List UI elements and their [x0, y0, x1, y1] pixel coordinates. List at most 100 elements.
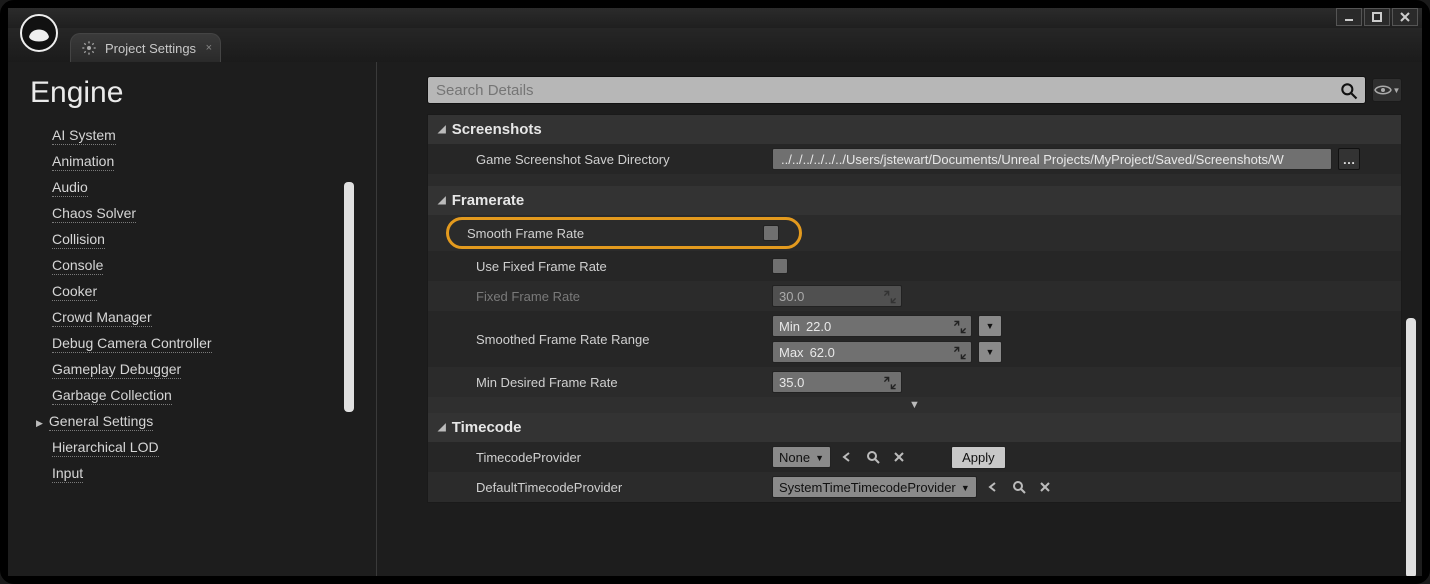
browse-asset-button[interactable] [1009, 477, 1029, 497]
section-title: Screenshots [452, 121, 542, 138]
timecode-provider-dropdown[interactable]: None ▼ [772, 446, 831, 468]
window-maximize-button[interactable] [1364, 8, 1390, 26]
sidebar-item-label: Input [52, 465, 83, 483]
search-icon [1339, 81, 1359, 101]
eye-icon [1374, 84, 1392, 96]
sidebar-item-label: Audio [52, 179, 88, 197]
sidebar-item[interactable]: Animation [52, 148, 366, 174]
default-timecode-provider-label: DefaultTimecodeProvider [428, 480, 764, 495]
sidebar-item[interactable]: Collision [52, 226, 366, 252]
sidebar-item-label: Debug Camera Controller [52, 335, 212, 353]
chevron-down-icon: ▼ [961, 483, 970, 493]
sidebar-item[interactable]: Input [52, 460, 366, 486]
sidebar-item-label: Crowd Manager [52, 309, 152, 327]
sidebar-item-label: General Settings [49, 413, 153, 431]
smoothed-range-max-value: 62.0 [810, 345, 835, 360]
range-min-dropdown-button[interactable]: ▼ [978, 315, 1002, 337]
window-close-button[interactable] [1392, 8, 1418, 26]
browse-asset-button[interactable] [863, 447, 883, 467]
gear-icon [81, 40, 97, 56]
collapse-icon: ◢ [438, 422, 446, 433]
sidebar-item-label: Animation [52, 153, 114, 171]
fixed-frame-rate-field: 30.0 [772, 285, 902, 307]
tab-close-icon[interactable]: × [206, 42, 212, 54]
browse-button[interactable]: … [1338, 148, 1360, 170]
screenshot-dir-value: ../../../../../../Users/jstewart/Documen… [781, 152, 1284, 167]
screenshot-dir-field[interactable]: ../../../../../../Users/jstewart/Documen… [772, 148, 1332, 170]
screenshot-dir-label: Game Screenshot Save Directory [428, 152, 764, 167]
sidebar-item-label: Garbage Collection [52, 387, 172, 405]
sidebar-title: Engine [30, 76, 366, 110]
sidebar-item[interactable]: Gameplay Debugger [52, 356, 366, 382]
min-desired-label: Min Desired Frame Rate [428, 375, 764, 390]
sidebar-item-label: AI System [52, 127, 116, 145]
clear-button[interactable] [1035, 477, 1055, 497]
fixed-frame-rate-label: Fixed Frame Rate [428, 289, 764, 304]
expand-icon [883, 376, 897, 390]
sidebar-item[interactable]: General Settings [52, 408, 366, 434]
sidebar-item-label: Chaos Solver [52, 205, 136, 223]
smoothed-range-max-field[interactable]: Max 62.0 [772, 341, 972, 363]
sidebar-scrollbar[interactable] [344, 182, 354, 412]
range-max-dropdown-button[interactable]: ▼ [978, 341, 1002, 363]
smoothed-range-min-field[interactable]: Min 22.0 [772, 315, 972, 337]
tab-project-settings[interactable]: Project Settings × [70, 33, 221, 62]
search-icon [1012, 480, 1026, 494]
search-input-wrapper [427, 76, 1366, 104]
default-timecode-provider-dropdown[interactable]: SystemTimeTimecodeProvider ▼ [772, 476, 977, 498]
timecode-provider-label: TimecodeProvider [428, 450, 764, 465]
view-options-button[interactable]: ▼ [1372, 78, 1402, 102]
sidebar-item-label: Collision [52, 231, 105, 249]
sidebar-item[interactable]: Hierarchical LOD [52, 434, 366, 460]
sidebar-item-label: Hierarchical LOD [52, 439, 159, 457]
sidebar-item[interactable]: Debug Camera Controller [52, 330, 366, 356]
arrow-left-icon [840, 450, 854, 464]
use-fixed-frame-rate-checkbox[interactable] [772, 258, 788, 274]
sidebar-item[interactable]: Audio [52, 174, 366, 200]
smooth-frame-rate-checkbox[interactable] [763, 225, 779, 241]
chevron-down-icon: ▼ [815, 453, 824, 463]
collapse-icon: ◢ [438, 195, 446, 206]
smoothed-range-min-value: 22.0 [806, 319, 831, 334]
reset-arrow-button[interactable] [837, 447, 857, 467]
tab-bar: Project Settings × [8, 28, 1422, 62]
unreal-logo-icon [16, 10, 62, 56]
close-icon [1039, 481, 1051, 493]
max-label: Max [779, 345, 804, 360]
arrow-left-icon [986, 480, 1000, 494]
expand-icon [953, 346, 967, 360]
timecode-provider-value: None [779, 450, 810, 465]
sidebar-item[interactable]: Garbage Collection [52, 382, 366, 408]
search-icon [866, 450, 880, 464]
sidebar-item[interactable]: Chaos Solver [52, 200, 366, 226]
section-header-screenshots[interactable]: ◢ Screenshots [428, 115, 1401, 144]
close-icon [893, 451, 905, 463]
section-header-timecode[interactable]: ◢ Timecode [428, 413, 1401, 442]
tab-label: Project Settings [105, 41, 196, 56]
window-minimize-button[interactable] [1336, 8, 1362, 26]
use-fixed-frame-rate-label: Use Fixed Frame Rate [428, 259, 764, 274]
sidebar-item[interactable]: Cooker [52, 278, 366, 304]
sidebar-item[interactable]: AI System [52, 122, 366, 148]
fixed-frame-rate-value: 30.0 [779, 289, 804, 304]
smoothed-range-label: Smoothed Frame Rate Range [428, 332, 764, 347]
section-title: Framerate [452, 192, 525, 209]
sidebar-item[interactable]: Console [52, 252, 366, 278]
clear-button[interactable] [889, 447, 909, 467]
smooth-frame-rate-highlight: Smooth Frame Rate [446, 217, 802, 249]
section-header-framerate[interactable]: ◢ Framerate [428, 186, 1401, 215]
expand-icon [953, 320, 967, 334]
collapse-icon: ◢ [438, 124, 446, 135]
search-input[interactable] [436, 77, 1331, 103]
main-scrollbar[interactable] [1406, 318, 1416, 576]
min-desired-field[interactable]: 35.0 [772, 371, 902, 393]
sidebar-item-label: Console [52, 257, 103, 275]
main-panel: ▼ ◢ Screenshots Game Screenshot Save Dir… [377, 62, 1422, 576]
apply-button[interactable]: Apply [951, 446, 1006, 469]
sidebar-item[interactable]: Crowd Manager [52, 304, 366, 330]
default-timecode-provider-value: SystemTimeTimecodeProvider [779, 480, 956, 495]
smooth-frame-rate-label: Smooth Frame Rate [451, 226, 763, 241]
expand-advanced-button[interactable]: ▼ [428, 397, 1401, 413]
window-titlebar [8, 8, 1422, 28]
reset-arrow-button[interactable] [983, 477, 1003, 497]
